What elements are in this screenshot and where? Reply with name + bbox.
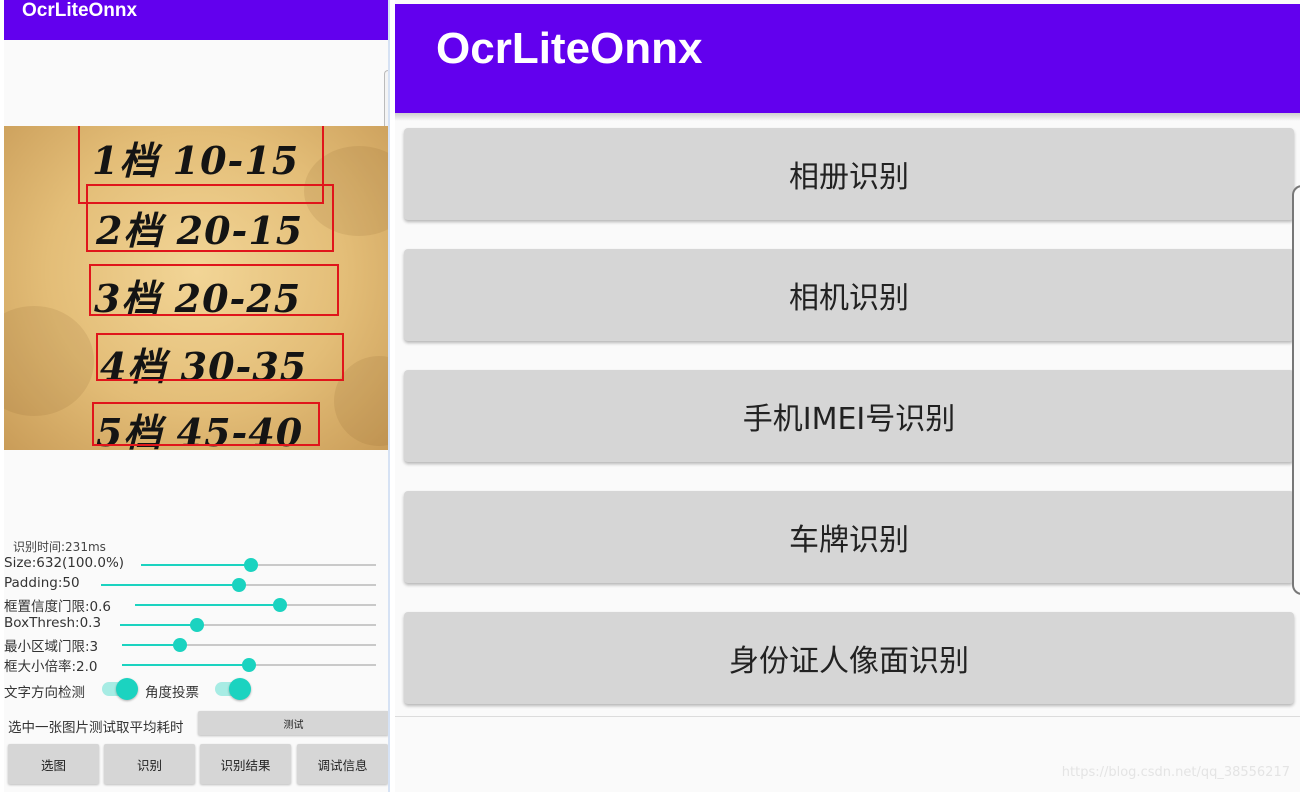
slider-track[interactable] [141,558,376,572]
slider-fill [101,584,239,586]
toggle-label-angle-vote: 角度投票 [145,685,199,701]
slider-label: 框置信度门限:0.6 [4,599,112,615]
slider-track[interactable] [120,618,376,632]
debug-info-button[interactable]: 调试信息 [297,744,388,784]
right-app-title: OcrLiteOnnx [436,24,703,73]
slider-fill [135,604,280,606]
slider-label: Size:632(100.0%) [4,555,125,571]
select-image-button[interactable]: 选图 [8,744,99,784]
slider-fill [122,664,249,666]
benchmark-label: 选中一张图片测试取平均耗时 [8,720,184,736]
slider-thumb[interactable] [244,558,259,572]
right-phone-screen: OcrLiteOnnx 相册识别 相机识别 手机IMEI号识别 车牌识别 身份证… [395,0,1300,792]
switch-knob [229,678,251,700]
slider-track[interactable] [135,598,376,612]
slider-label: 框大小倍率:2.0 [4,659,98,675]
slider-padding[interactable]: Padding:50 [4,574,388,594]
slider-fill [122,644,181,646]
slider-box-scale[interactable]: 框大小倍率:2.0 [4,654,388,675]
benchmark-test-button[interactable]: 测试 [198,711,388,735]
detection-box-3 [89,264,339,316]
idcard-ocr-button[interactable]: 身份证人像面识别 [404,612,1294,704]
slider-label: 最小区域门限:3 [4,639,99,655]
detection-box-5 [92,402,320,446]
slider-thumb[interactable] [231,578,246,592]
plate-ocr-button[interactable]: 车牌识别 [404,491,1294,583]
left-phone-screen: OcrLiteOnnx 1档 10-15 2档 20-15 3档 20-25 4… [4,0,390,792]
slider-track[interactable] [122,658,376,672]
right-app-bar: OcrLiteOnnx [395,4,1300,113]
left-app-bar: OcrLiteOnnx [4,0,388,40]
left-app-title: OcrLiteOnnx [22,0,138,21]
detection-box-4 [96,333,344,381]
toggle-row: 文字方向检测 角度投票 [4,678,388,702]
album-ocr-button[interactable]: 相册识别 [404,128,1294,220]
slider-label: Padding:50 [4,575,80,591]
slider-thumb[interactable] [189,618,204,632]
text-direction-switch[interactable] [102,678,138,700]
slider-box-score-thresh[interactable]: 框置信度门限:0.6 [4,594,388,615]
watermark: https://blog.csdn.net/qq_38556217 [1061,765,1290,780]
app-bar-shadow [395,113,1300,121]
angle-vote-switch[interactable] [215,678,251,700]
recognition-time: 识别时间:231ms [13,540,106,554]
divider [395,716,1300,717]
toggle-label-text-direction: 文字方向检测 [4,685,85,701]
slider-track[interactable] [101,578,376,592]
result-button[interactable]: 识别结果 [200,744,291,784]
slider-fill [141,564,252,566]
slider-fill [120,624,197,626]
slider-thumb[interactable] [272,598,287,612]
camera-ocr-button[interactable]: 相机识别 [404,249,1294,341]
recognize-button[interactable]: 识别 [104,744,195,784]
slider-size[interactable]: Size:632(100.0%) [4,554,388,574]
switch-knob [116,678,138,700]
ocr-result-image: 1档 10-15 2档 20-15 3档 20-25 4档 30-35 5档 4… [4,126,388,450]
imei-ocr-button[interactable]: 手机IMEI号识别 [404,370,1294,462]
slider-track[interactable] [122,638,376,652]
slider-box-thresh[interactable]: BoxThresh:0.3 [4,614,388,634]
slider-thumb[interactable] [242,658,256,672]
detection-box-2 [86,184,334,252]
edge-panel-handle[interactable] [1292,185,1300,595]
slider-label: BoxThresh:0.3 [4,615,102,631]
slider-min-area[interactable]: 最小区域门限:3 [4,634,388,655]
slider-thumb[interactable] [173,638,188,652]
bottom-button-bar: 选图 识别 识别结果 调试信息 [8,744,388,784]
